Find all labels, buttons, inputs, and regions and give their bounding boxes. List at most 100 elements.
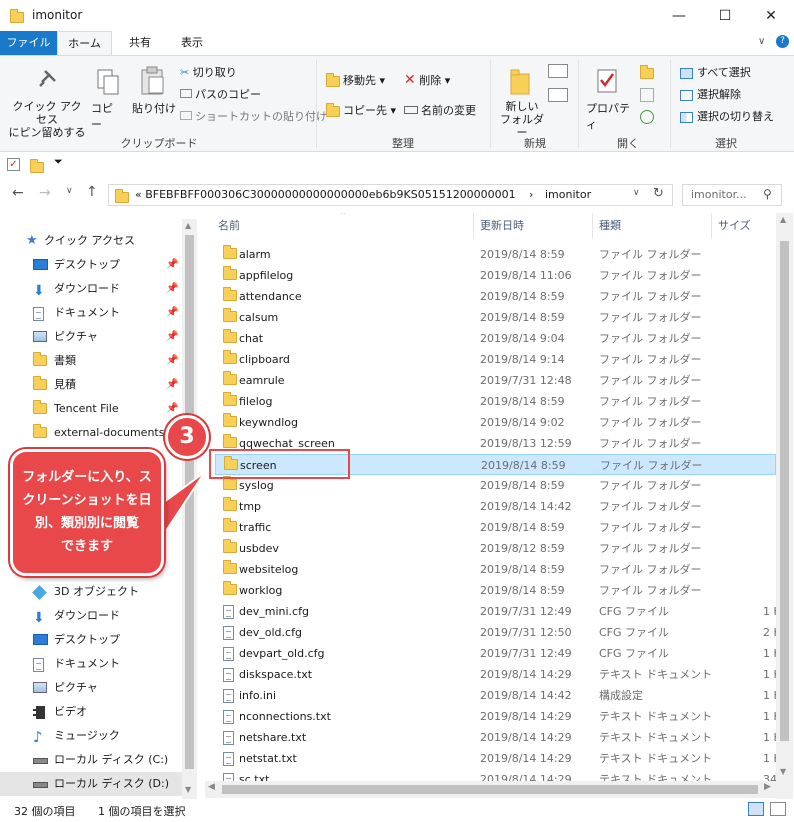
nav-quick-access[interactable]: ★ クイック アクセス <box>0 229 182 253</box>
table-row[interactable]: netshare.txt 2019/8/14 14:29 テキスト ドキュメント 1 … <box>215 727 776 748</box>
table-row[interactable]: calsum 2019/8/14 8:59 ファイル フォルダー <box>215 307 776 328</box>
folder-icon <box>223 413 237 427</box>
nav-item-downloads[interactable]: ⬇ ダウンロード <box>0 604 182 628</box>
table-row[interactable]: traffic 2019/8/14 8:59 ファイル フォルダー <box>215 517 776 538</box>
open-icon[interactable] <box>640 64 654 79</box>
pin-quick-access-button[interactable]: クイック アクセス にピン留めする <box>9 60 86 139</box>
table-row[interactable]: dev_old.cfg 2019/7/31 12:50 CFG ファイル 2 K <box>215 622 776 643</box>
delete-button[interactable]: ✕ 削除 ▾ <box>404 72 450 88</box>
nav-item-pictures[interactable]: ピクチャ 📌 <box>0 325 182 349</box>
list-scroll-thumb[interactable] <box>780 241 789 741</box>
table-row[interactable]: keywndlog 2019/8/14 9:02 ファイル フォルダー <box>215 412 776 433</box>
h-scroll-thumb[interactable] <box>222 785 758 794</box>
properties-qat-icon[interactable]: ✓ <box>7 158 20 171</box>
column-date[interactable]: 更新日時 <box>480 213 524 239</box>
table-row[interactable]: chat 2019/8/14 9:04 ファイル フォルダー <box>215 328 776 349</box>
nav-item-documents[interactable]: ドキュメント <box>0 652 182 676</box>
recent-locations-icon[interactable]: ∨ <box>66 186 73 196</box>
table-row[interactable]: websitelog 2019/8/14 8:59 ファイル フォルダー <box>215 559 776 580</box>
table-row[interactable]: clipboard 2019/8/14 9:14 ファイル フォルダー <box>215 349 776 370</box>
table-row[interactable]: eamrule 2019/7/31 12:48 ファイル フォルダー <box>215 370 776 391</box>
nav-item-3d-objects[interactable]: 3D オブジェクト <box>0 580 182 604</box>
table-row[interactable]: devpart_old.cfg 2019/7/31 12:49 CFG ファイル 1 … <box>215 643 776 664</box>
select-none-button[interactable]: 選択解除 <box>680 86 741 102</box>
nav-item-downloads[interactable]: ⬇ ダウンロード 📌 <box>0 277 182 301</box>
file-name: dev_mini.cfg <box>239 605 309 618</box>
history-icon[interactable] <box>640 110 654 124</box>
list-scrollbar[interactable]: ▲ ▼ <box>776 213 793 799</box>
table-row[interactable]: netstat.txt 2019/8/14 14:29 テキスト ドキュメント 1 K <box>215 748 776 769</box>
nav-item-pictures[interactable]: ピクチャ <box>0 676 182 700</box>
address-path[interactable]: « BFEBFBFF000306C30000000000000000eb6b9K… <box>135 188 515 201</box>
paste-button[interactable]: 貼り付け <box>130 60 178 120</box>
tab-file[interactable]: ファイル <box>0 31 57 55</box>
copy-button[interactable]: コピー <box>91 60 123 131</box>
move-to-button[interactable]: 移動先 ▾ <box>326 72 385 88</box>
table-row[interactable]: nconnections.txt 2019/8/14 14:29 テキスト ドキュメ… <box>215 706 776 727</box>
paste-shortcut-button[interactable]: ショートカットの貼り付け <box>180 108 327 124</box>
nav-item-drive-c[interactable]: ローカル ディスク (C:) <box>0 748 182 772</box>
rename-button[interactable]: 名前の変更 <box>404 102 476 118</box>
tab-home[interactable]: ホーム <box>57 31 112 56</box>
table-row[interactable]: info.ini 2019/8/14 14:42 構成設定 1 K <box>215 685 776 706</box>
nav-item-folder[interactable]: 見積 📌 <box>0 373 182 397</box>
nav-item-documents[interactable]: ドキュメント 📌 <box>0 301 182 325</box>
table-row[interactable]: usbdev 2019/8/12 8:59 ファイル フォルダー <box>215 538 776 559</box>
new-item-icon[interactable] <box>548 64 568 78</box>
table-row[interactable]: appfilelog 2019/8/14 11:06 ファイル フォルダー <box>215 265 776 286</box>
table-row[interactable]: dev_mini.cfg 2019/7/31 12:49 CFG ファイル 1 K <box>215 601 776 622</box>
table-row[interactable]: diskspace.txt 2019/8/14 14:29 テキスト ドキュメント 1… <box>215 664 776 685</box>
properties-button[interactable]: プロパティ <box>584 60 634 131</box>
invert-selection-button[interactable]: 選択の切り替え <box>680 108 774 124</box>
tab-view[interactable]: 表示 <box>172 31 212 55</box>
address-separator[interactable]: › <box>529 188 533 201</box>
cut-button[interactable]: ✂ 切り取り <box>180 64 237 80</box>
nav-item-drive-d[interactable]: ローカル ディスク (D:) <box>0 772 182 796</box>
nav-item-folder[interactable]: Tencent File 📌 <box>0 397 182 421</box>
tab-share[interactable]: 共有 <box>120 31 160 55</box>
minimize-button[interactable]: — <box>656 0 702 31</box>
edit-icon[interactable] <box>640 88 654 102</box>
select-all-button[interactable]: すべて選択 <box>680 64 751 80</box>
nav-item-desktop[interactable]: デスクトップ 📌 <box>0 253 182 277</box>
help-icon[interactable]: ? <box>776 35 789 48</box>
nav-item-videos[interactable]: ビデオ <box>0 700 182 724</box>
search-icon[interactable]: ⚲ <box>763 187 772 201</box>
copy-to-button[interactable]: コピー先 ▾ <box>326 102 396 118</box>
nav-scroll-thumb[interactable] <box>185 235 194 769</box>
address-dropdown-icon[interactable]: ∨ <box>633 188 640 198</box>
easy-access-icon[interactable] <box>548 88 568 102</box>
details-view-icon[interactable] <box>748 802 764 816</box>
column-name[interactable]: 名前 <box>218 213 240 239</box>
customize-qat-icon[interactable]: ⏷ <box>54 155 63 169</box>
back-arrow-icon[interactable]: ← <box>12 185 24 201</box>
table-row[interactable]: filelog 2019/8/14 8:59 ファイル フォルダー <box>215 391 776 412</box>
nav-item-music[interactable]: ♪ ミュージック <box>0 724 182 748</box>
copy-path-button[interactable]: パスのコピー <box>180 86 261 102</box>
nav-scrollbar[interactable]: ▲ ▼ <box>182 219 197 799</box>
search-placeholder[interactable]: imonitor... <box>691 188 747 201</box>
horizontal-scrollbar[interactable]: ◀ ▶ <box>205 781 776 798</box>
search-box[interactable]: imonitor... ⚲ <box>682 184 782 206</box>
forward-arrow-icon[interactable]: → <box>39 185 51 201</box>
collapse-ribbon-icon[interactable]: ∨ <box>758 36 765 47</box>
table-row[interactable]: attendance 2019/8/14 8:59 ファイル フォルダー <box>215 286 776 307</box>
address-current[interactable]: imonitor <box>545 188 591 201</box>
nav-item-folder[interactable]: external-documents <box>0 421 182 445</box>
table-row[interactable]: alarm 2019/8/14 8:59 ファイル フォルダー <box>215 244 776 265</box>
new-folder-qat-icon[interactable] <box>30 158 44 173</box>
large-icons-view-icon[interactable] <box>770 802 786 816</box>
refresh-icon[interactable]: ↻ <box>653 186 664 201</box>
new-folder-button[interactable]: 新しい フォルダー <box>497 60 545 139</box>
nav-item-desktop[interactable]: デスクトップ <box>0 628 182 652</box>
column-size[interactable]: サイズ <box>718 213 751 239</box>
address-bar[interactable]: « BFEBFBFF000306C30000000000000000eb6b9K… <box>108 184 673 206</box>
maximize-button[interactable]: ☐ <box>702 0 748 31</box>
nav-item-folder[interactable]: 書類 📌 <box>0 349 182 373</box>
column-type[interactable]: 種類 <box>599 213 621 239</box>
table-row[interactable]: worklog 2019/8/14 8:59 ファイル フォルダー <box>215 580 776 601</box>
close-button[interactable]: ✕ <box>748 0 794 31</box>
paste-label: 貼り付け <box>132 102 176 115</box>
up-arrow-icon[interactable]: ↑ <box>86 184 98 200</box>
table-row[interactable]: tmp 2019/8/14 14:42 ファイル フォルダー <box>215 496 776 517</box>
